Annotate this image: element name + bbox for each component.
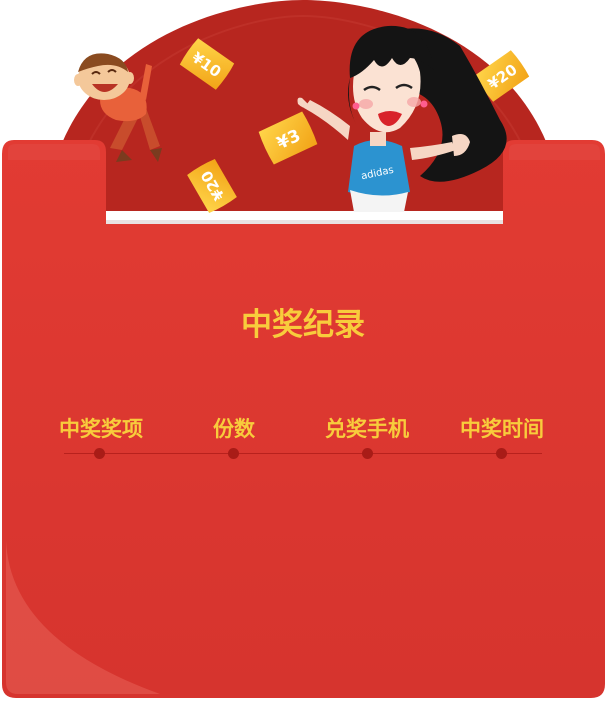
lottery-record-card: ¥10 ¥3 ¥20 ¥20 adidas 中奖奖项 份数 兑奖手机 中奖时间 … bbox=[0, 0, 607, 708]
column-phone: 兑奖手机 bbox=[325, 417, 409, 441]
column-marker-award bbox=[94, 448, 105, 459]
column-time: 中奖时间 bbox=[460, 417, 544, 441]
column-award: 中奖奖项 bbox=[59, 417, 143, 441]
column-marker-time bbox=[496, 448, 507, 459]
card-illustration: ¥10 ¥3 ¥20 ¥20 adidas 中奖奖项 份数 兑奖手机 中奖时间 … bbox=[2, 0, 605, 698]
column-marker-phone bbox=[362, 448, 373, 459]
column-quantity: 份数 bbox=[213, 417, 256, 441]
column-marker-quantity bbox=[228, 448, 239, 459]
page-title: 中奖纪录 bbox=[241, 307, 365, 343]
table-header-divider bbox=[64, 453, 542, 454]
